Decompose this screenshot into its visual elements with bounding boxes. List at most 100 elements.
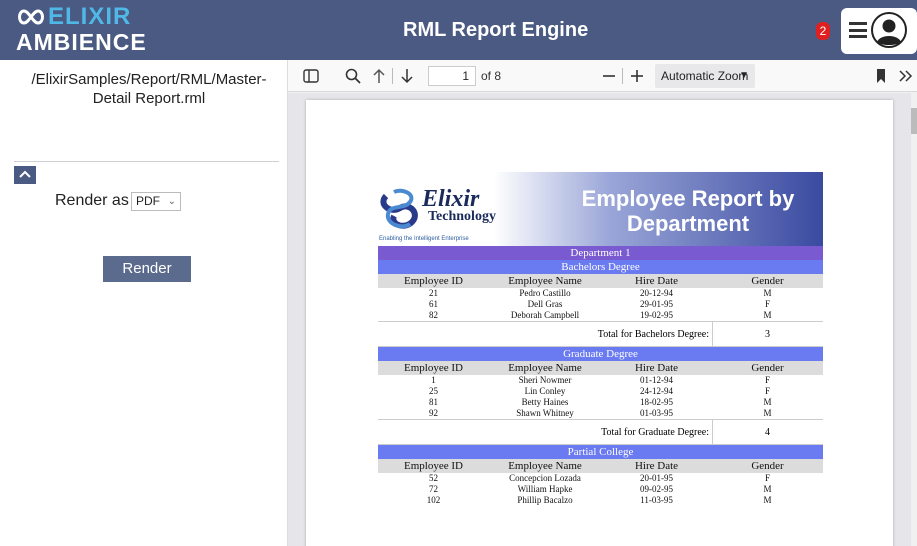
cell: Lin Conley <box>524 386 566 396</box>
column-headers: Employee ID Employee Name Hire Date Gend… <box>378 361 823 375</box>
cell: 25 <box>429 386 438 396</box>
pdf-page: Elixir Technology Enabling the Intellige… <box>306 100 893 546</box>
chevron-down-icon: ▼ <box>739 70 749 81</box>
logo-text-bottom: AMBIENCE <box>16 29 147 55</box>
sidebar-toggle-icon[interactable] <box>302 67 320 85</box>
cell: 20-12-94 <box>640 288 673 298</box>
double-chevron-right-icon[interactable] <box>896 67 914 85</box>
cell: 09-02-95 <box>640 484 673 494</box>
cell: 82 <box>429 310 438 320</box>
column-header: Employee Name <box>508 362 582 374</box>
cell: 24-12-94 <box>640 386 673 396</box>
format-select[interactable]: PDF ⌄ <box>131 192 181 211</box>
column-header: Hire Date <box>634 460 679 472</box>
pdf-viewer: 1 of 8 Automatic Zoom ▼ Elixir Technolog… <box>287 60 917 546</box>
notification-badge[interactable]: 2 <box>816 22 830 40</box>
brand-subtitle: Technology <box>428 209 496 224</box>
cell: M <box>763 397 772 407</box>
table-row: 25 Lin Conley 24-12-94 F <box>378 386 823 397</box>
column-header: Employee ID <box>404 460 463 472</box>
search-icon[interactable] <box>344 67 362 85</box>
minus-icon[interactable] <box>600 67 618 85</box>
report-path: /ElixirSamples/Report/RML/Master-Detail … <box>31 71 267 107</box>
group-total-row: Total for Graduate Degree: 4 <box>378 419 823 445</box>
chevron-down-icon: ⌄ <box>167 196 176 207</box>
column-header: Hire Date <box>634 362 679 374</box>
cell: 29-01-95 <box>640 299 673 309</box>
cell: 81 <box>429 397 438 407</box>
brand-tagline: Enabling the Intelligent Enterprise <box>379 236 469 242</box>
cell: Betty Haines <box>521 397 569 407</box>
column-header: Gender <box>751 275 784 287</box>
department-band: Department 1 <box>378 246 823 260</box>
employee-report: Elixir Technology Enabling the Intellige… <box>378 172 823 506</box>
table-row: 61 Dell Gras 29-01-95 F <box>378 299 823 310</box>
group-total-row: Total for Bachelors Degree: 3 <box>378 321 823 347</box>
page-number-input[interactable]: 1 <box>428 66 476 86</box>
cell: F <box>764 375 770 385</box>
arrow-down-icon[interactable] <box>398 67 416 85</box>
group-total-label: Total for Bachelors Degree: <box>597 329 709 340</box>
report-banner: Elixir Technology Enabling the Intellige… <box>378 172 823 246</box>
avatar-icon[interactable] <box>871 12 907 48</box>
cell: 61 <box>429 299 438 309</box>
table-row: 72 William Hapke 09-02-95 M <box>378 484 823 495</box>
cell: M <box>763 408 772 418</box>
collapse-sidebar-button[interactable] <box>14 166 36 184</box>
column-header: Hire Date <box>634 275 679 287</box>
toolbar-separator <box>622 68 623 84</box>
cell: 01-03-95 <box>640 408 673 418</box>
zoom-select[interactable]: Automatic Zoom ▼ <box>655 64 755 88</box>
app-root: ELIXIR AMBIENCE RML Report Engine 2 /Eli… <box>0 0 917 546</box>
cell: 92 <box>429 408 438 418</box>
group-total-value: 3 <box>765 329 770 340</box>
document-area[interactable]: Elixir Technology Enabling the Intellige… <box>288 93 911 546</box>
arrow-up-icon[interactable] <box>370 67 388 85</box>
page-count: of 8 <box>481 69 502 83</box>
cell: M <box>763 484 772 494</box>
group-total-label: Total for Graduate Degree: <box>601 427 709 438</box>
cell: 1 <box>431 375 436 385</box>
table-row: 81 Betty Haines 18-02-95 M <box>378 397 823 408</box>
cell: 21 <box>429 288 438 298</box>
hamburger-icon[interactable] <box>849 22 867 38</box>
cell: William Hapke <box>517 484 573 494</box>
infinity-logo-icon <box>18 9 44 25</box>
logo-text-top: ELIXIR <box>48 3 132 30</box>
table-row: 92 Shawn Whitney 01-03-95 M <box>378 408 823 419</box>
table-row: 82 Deborah Campbell 19-02-95 M <box>378 310 823 321</box>
cell: Dell Gras <box>527 299 563 309</box>
plus-icon[interactable] <box>628 67 646 85</box>
cell: Concepcion Lozada <box>509 473 581 483</box>
table-row: 52 Concepcion Lozada 20-01-95 F <box>378 473 823 484</box>
group-total-value: 4 <box>765 427 770 438</box>
logo-line1: ELIXIR <box>16 4 131 30</box>
bookmark-icon[interactable] <box>872 67 890 85</box>
cell: 01-12-94 <box>640 375 673 385</box>
report-title: Employee Report by Department <box>581 186 795 236</box>
group-band: Partial College <box>378 445 823 459</box>
column-header: Employee Name <box>508 460 582 472</box>
render-button[interactable]: Render <box>103 256 191 282</box>
vertical-scrollbar[interactable] <box>911 93 917 546</box>
group-band: Bachelors Degree <box>378 260 823 274</box>
cell: F <box>764 386 770 396</box>
cell: 19-02-95 <box>640 310 673 320</box>
sidebar-panel: /ElixirSamples/Report/RML/Master-Detail … <box>0 60 287 546</box>
toolbar-separator <box>392 68 393 84</box>
path-divider <box>14 161 279 162</box>
cell: 72 <box>429 484 438 494</box>
cell: Phillip Bacalzo <box>517 495 573 505</box>
group-band: Graduate Degree <box>378 347 823 361</box>
zoom-select-value: Automatic Zoom <box>661 69 749 83</box>
format-select-value: PDF <box>136 194 160 208</box>
cell: M <box>763 310 772 320</box>
cell: Sheri Nowmer <box>518 375 572 385</box>
column-header: Employee ID <box>404 362 463 374</box>
table-row: 21 Pedro Castillo 20-12-94 M <box>378 288 823 299</box>
cell: 11-03-95 <box>640 495 673 505</box>
elixir-ambience-logo[interactable]: ELIXIR AMBIENCE <box>16 4 156 56</box>
scrollbar-thumb[interactable] <box>911 108 917 134</box>
cell: 18-02-95 <box>640 397 673 407</box>
cell: M <box>763 495 772 505</box>
